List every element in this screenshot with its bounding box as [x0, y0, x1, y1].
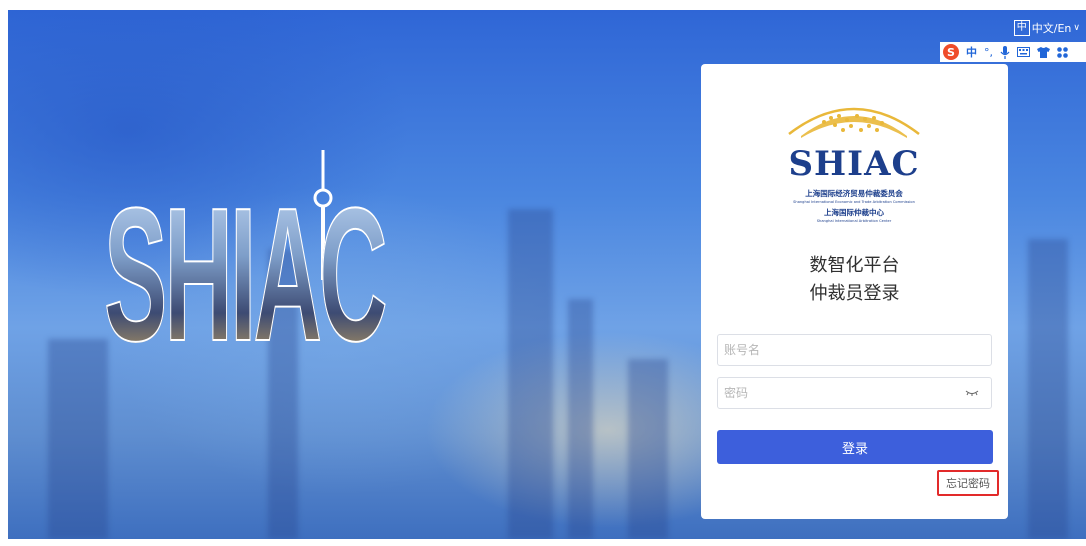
blurred-building	[508, 209, 553, 539]
language-label: 中文/En	[1031, 22, 1072, 35]
shiac-logo: SHIAC 上海国际经济贸易仲裁委员会 Shanghai Internation…	[779, 94, 929, 223]
language-icon: 中	[1013, 20, 1030, 36]
logo-english-subname: Shanghai International Arbitration Cente…	[816, 219, 892, 223]
page-title: 数智化平台 仲裁员登录	[701, 252, 1008, 308]
mic-icon[interactable]	[1000, 45, 1010, 59]
forgot-password-link[interactable]: 忘记密码	[937, 470, 999, 496]
language-switcher[interactable]: 中 中文/En ∨	[1013, 20, 1080, 36]
password-input[interactable]	[718, 378, 954, 408]
login-button[interactable]: 登录	[717, 430, 993, 464]
ime-toolbar[interactable]: S 中 °,	[940, 42, 1086, 62]
ime-punctuation-toggle[interactable]: °,	[984, 46, 993, 59]
blurred-building	[48, 339, 108, 539]
logo-chinese-subname: 上海国际仲裁中心	[824, 208, 884, 217]
blurred-building	[568, 299, 593, 539]
username-input[interactable]	[718, 335, 954, 365]
skin-icon[interactable]	[1037, 46, 1050, 58]
grid-icon[interactable]	[1057, 46, 1068, 58]
password-field[interactable]	[717, 377, 992, 409]
blurred-building	[628, 359, 668, 539]
keyboard-icon[interactable]	[1017, 47, 1030, 57]
ime-mode-toggle[interactable]: 中	[966, 44, 977, 60]
logo-english-name: Shanghai International Economic and Trad…	[793, 200, 915, 204]
chevron-down-icon: ∨	[1073, 23, 1080, 33]
username-field[interactable]	[717, 334, 992, 366]
logo-wordmark: SHIAC	[788, 144, 920, 184]
title-line-platform: 数智化平台	[809, 255, 900, 276]
hero-wordmark: SHIAC	[103, 169, 388, 381]
eye-closed-icon[interactable]	[965, 389, 979, 397]
ime-logo-icon[interactable]: S	[943, 44, 959, 60]
login-card: SHIAC 上海国际经济贸易仲裁委员会 Shanghai Internation…	[701, 64, 1008, 519]
blurred-building	[1028, 239, 1068, 539]
logo-chinese-name: 上海国际经济贸易仲裁委员会	[805, 189, 903, 198]
title-line-login: 仲裁员登录	[809, 283, 900, 304]
